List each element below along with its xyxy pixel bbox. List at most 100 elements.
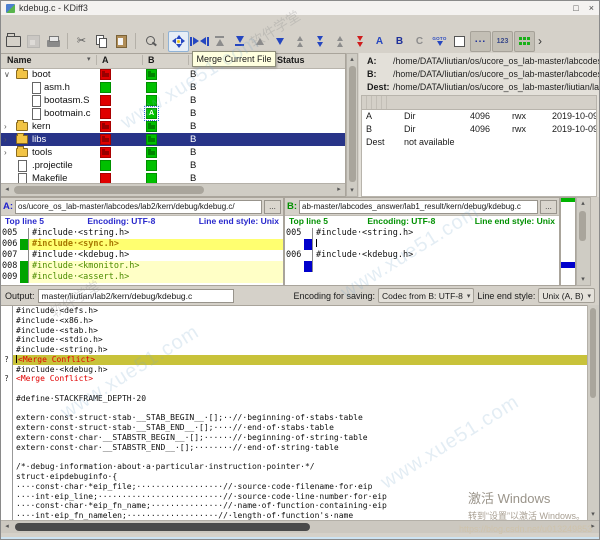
code-line[interactable]: 005 #include·<string.h> — [1, 228, 283, 239]
pane-b-path-input[interactable]: ab-master/labcodes_answer/lab1_result/ke… — [299, 200, 538, 214]
pane-b-browse-button[interactable]: ... — [540, 200, 557, 214]
select-a-button[interactable]: A — [370, 32, 389, 51]
output-line[interactable]: ? <Merge Conflict> — [1, 374, 599, 384]
expander-icon[interactable]: ∨ — [4, 68, 14, 81]
code-line[interactable]: 009 #include·<assert.h> — [1, 272, 283, 283]
output-vscroll-thumb[interactable] — [590, 308, 596, 398]
tree-row[interactable]: › libs B — [1, 133, 345, 146]
show-line-numbers-button[interactable]: 123 — [492, 31, 513, 52]
scroll-up-icon[interactable]: ▴ — [346, 54, 358, 65]
go-prev-delta-button[interactable] — [250, 32, 269, 51]
output-line[interactable] — [1, 384, 599, 394]
scroll-up-icon[interactable]: ▴ — [577, 198, 589, 209]
go-current-delta-button[interactable] — [168, 31, 189, 52]
go-last-delta-button[interactable] — [230, 32, 249, 51]
table-row[interactable]: Dest not available — [362, 136, 596, 149]
diff-vscroll-thumb[interactable] — [579, 211, 586, 241]
output-line[interactable]: #include·<x86.h> — [1, 316, 599, 326]
scroll-down-icon[interactable]: ▾ — [346, 185, 358, 196]
output-line[interactable] — [1, 452, 599, 462]
output-line[interactable]: struct·eipdebuginfo·{ — [1, 472, 599, 482]
close-button[interactable]: × — [589, 3, 594, 13]
expander-icon[interactable]: › — [4, 120, 14, 133]
show-window-a-button[interactable] — [450, 32, 469, 51]
table-header-cell[interactable] — [382, 96, 387, 109]
scroll-right-icon[interactable]: ▸ — [333, 184, 345, 195]
scroll-left-icon[interactable]: ◂ — [1, 521, 13, 532]
go-first-delta-button[interactable] — [210, 32, 229, 51]
output-line[interactable]: extern·const·char·__STABSTR_BEGIN__·[];·… — [1, 433, 599, 443]
diff-overview-column[interactable] — [560, 197, 576, 286]
code-line[interactable]: 008 #include·<kmonitor.h> — [1, 261, 283, 272]
expander-icon[interactable]: › — [4, 133, 14, 146]
select-c-button[interactable]: C — [410, 32, 429, 51]
output-line[interactable]: #include·<defs.h> — [1, 306, 599, 316]
line-end-select[interactable]: Unix (A, B) ▾ — [538, 288, 595, 303]
show-whitespace-button[interactable]: ... — [470, 31, 491, 52]
expander-icon[interactable]: › — [4, 146, 14, 159]
code-line[interactable]: 005 #include·<string.h> — [285, 228, 559, 239]
output-vertical-scrollbar[interactable]: ▾ — [587, 305, 599, 520]
go-next-delta-button[interactable] — [270, 32, 289, 51]
pane-a-code[interactable]: 005 #include·<string.h> 006 #include·<sy… — [1, 228, 283, 285]
tree-horizontal-scrollbar[interactable]: ◂ ▸ — [1, 183, 345, 196]
cut-button[interactable]: ✂ — [72, 32, 91, 51]
paste-button[interactable] — [112, 32, 131, 51]
column-header-a[interactable]: A — [102, 55, 109, 65]
tree-row[interactable]: bootmain.c A B — [1, 107, 345, 120]
hscroll-thumb[interactable] — [15, 523, 310, 531]
output-line[interactable]: #include·<stdio.h> — [1, 335, 599, 345]
open-file-button[interactable] — [4, 32, 23, 51]
tree-row[interactable]: bootasm.S B — [1, 94, 345, 107]
go-next-unsolved-button[interactable] — [350, 32, 369, 51]
output-line[interactable]: /*·debug·information·about·a·particular·… — [1, 462, 599, 472]
column-header-status[interactable]: Status — [277, 55, 305, 65]
select-b-button[interactable]: B — [390, 32, 409, 51]
tree-vscroll-thumb[interactable] — [349, 66, 356, 182]
pane-a-path-input[interactable]: /os/ucore_os_lab-master/labcodes/lab2/ke… — [15, 200, 262, 214]
output-line[interactable]: ····const·char·*eip_file;···············… — [1, 482, 599, 492]
output-line[interactable]: extern·const·struct·stab·__STAB_END__·[]… — [1, 423, 599, 433]
column-header-b[interactable]: B — [148, 55, 155, 65]
code-line[interactable]: 007 #include·<kdebug.h> — [1, 250, 283, 261]
pane-a-browse-button[interactable]: ... — [264, 200, 281, 214]
copy-button[interactable] — [92, 32, 111, 51]
table-row[interactable]: A Dir 4096 rwx 2019-10-09 18:44 — [362, 110, 596, 123]
encoding-select[interactable]: Codec from B: UTF-8 ▾ — [378, 288, 474, 303]
tree-row[interactable]: › kern B — [1, 120, 345, 133]
scroll-down-icon[interactable]: ▾ — [577, 274, 589, 285]
table-row[interactable]: B Dir 4096 rwx 2019-10-09 18:44 — [362, 123, 596, 136]
merge-output-editor[interactable]: #include·<defs.h> #include·<x86.h> #incl… — [1, 305, 599, 521]
maximize-button[interactable]: □ — [573, 3, 578, 13]
tree-row[interactable]: ∨ boot B — [1, 68, 345, 81]
output-line[interactable]: #include·<stab.h> — [1, 326, 599, 336]
merge-current-file-button[interactable] — [190, 32, 209, 51]
output-line[interactable]: extern·const·char·__STABSTR_END__·[];···… — [1, 443, 599, 453]
column-header-name[interactable]: Name — [7, 55, 32, 65]
tree-row[interactable]: asm.h B — [1, 81, 345, 94]
scroll-down-icon[interactable]: ▾ — [587, 509, 599, 520]
output-line[interactable]: #include·<kdebug.h> — [1, 365, 599, 375]
tree-row[interactable]: .projectile B — [1, 159, 345, 172]
save-button[interactable] — [24, 32, 43, 51]
output-line[interactable]: #include·<string.h> — [1, 345, 599, 355]
output-line[interactable]: ? <Merge Conflict> — [1, 355, 599, 365]
code-line[interactable]: 006 #include·<kdebug.h> — [285, 250, 559, 261]
diff-vertical-scrollbar[interactable]: ▴ ▾ — [576, 197, 591, 286]
find-button[interactable] — [140, 32, 159, 51]
go-prev-unsolved-button[interactable] — [330, 32, 349, 51]
print-button[interactable] — [44, 32, 63, 51]
toolbar-overflow-button[interactable]: › — [538, 34, 542, 48]
output-line[interactable]: ····const·char·*eip_fn_name;············… — [1, 501, 599, 511]
go-next-conflict-button[interactable] — [310, 32, 329, 51]
code-line[interactable] — [285, 239, 559, 250]
scroll-left-icon[interactable]: ◂ — [1, 184, 13, 195]
output-line[interactable]: ····int·eip_line;·······················… — [1, 492, 599, 502]
output-line[interactable]: extern·const·struct·stab·__STAB_BEGIN__·… — [1, 413, 599, 423]
output-line[interactable] — [1, 404, 599, 414]
scroll-right-icon[interactable]: ▸ — [587, 521, 599, 532]
tree-hscroll-thumb[interactable] — [14, 186, 204, 194]
output-path-input[interactable]: master/liutian/lab2/kern/debug/kdebug.c — [38, 289, 234, 303]
go-prev-conflict-button[interactable] — [290, 32, 309, 51]
diff-windows-button[interactable] — [514, 31, 535, 52]
